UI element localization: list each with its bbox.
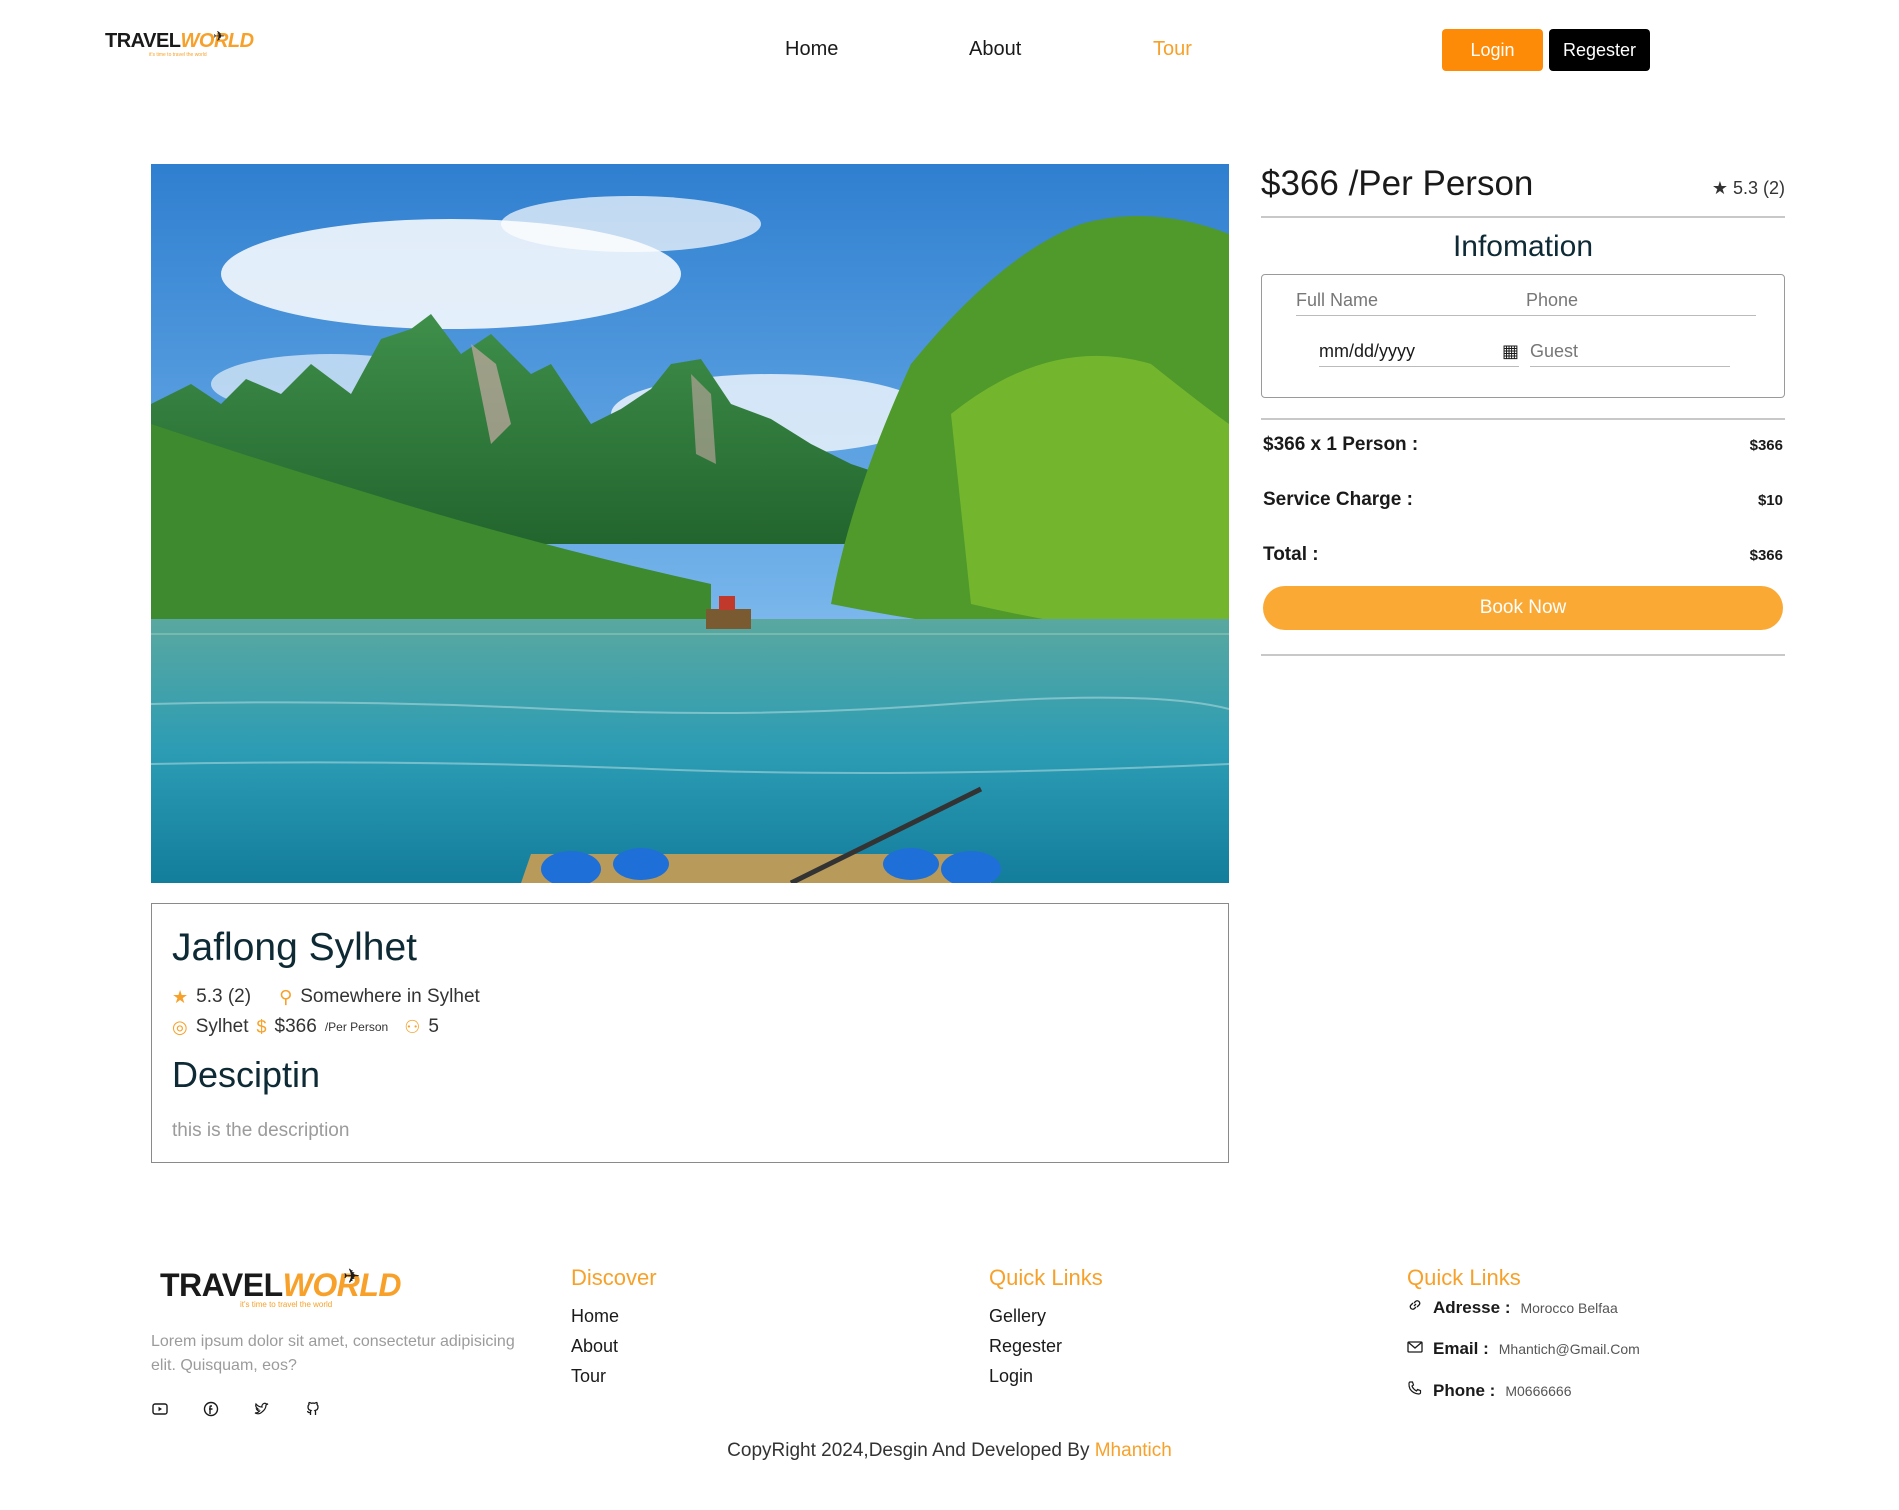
- contact-email: Email : Mhantich@Gmail.Com: [1407, 1339, 1640, 1359]
- divider: [1261, 418, 1785, 420]
- facebook-icon[interactable]: [202, 1400, 219, 1417]
- footer-about-text: Lorem ipsum dolor sit amet, consectetur …: [151, 1333, 515, 1374]
- nav-link-about[interactable]: About: [969, 38, 1021, 61]
- nav-link-home[interactable]: Home: [785, 38, 838, 61]
- login-button[interactable]: Login: [1442, 29, 1543, 71]
- youtube-icon[interactable]: [151, 1400, 168, 1417]
- tour-city: Sylhet: [195, 1016, 249, 1037]
- information-title: Infomation: [1452, 230, 1594, 263]
- footer-link-tour[interactable]: Tour: [571, 1361, 657, 1391]
- airplane-icon: ✈: [343, 1266, 360, 1288]
- phone-icon: [1407, 1380, 1423, 1401]
- tour-address: Somewhere in Sylhet: [300, 986, 480, 1007]
- book-now-button[interactable]: Book Now: [1263, 586, 1783, 630]
- footer-contact-column: Quick Links Adresse : Morocco Belfaa Ema…: [1407, 1265, 1640, 1422]
- contact-address: Adresse : Morocco Belfaa: [1407, 1297, 1640, 1318]
- footer-logo[interactable]: TRAVELWORLD it's time to travel the worl…: [160, 1266, 401, 1328]
- total-label: Total :: [1263, 544, 1319, 565]
- email-value: Mhantich@Gmail.Com: [1498, 1341, 1640, 1357]
- booking-rating: ★ 5.3 (2): [1712, 178, 1785, 199]
- footer-link-login[interactable]: Login: [989, 1361, 1103, 1391]
- money-icon: $: [256, 1017, 267, 1037]
- phone-value: M0666666: [1505, 1382, 1572, 1399]
- tour-meta-row-2: ◎ Sylhet $ $366 /Per Person ⚇ 5: [172, 1016, 439, 1038]
- nav-link-tour[interactable]: Tour: [1153, 38, 1192, 61]
- service-charge-value: $10: [1757, 492, 1783, 509]
- address-value: Morocco Belfaa: [1520, 1299, 1618, 1316]
- price-line-value: $366: [1749, 437, 1783, 454]
- group-icon: ⚇: [404, 1017, 421, 1037]
- tour-price: $366: [274, 1016, 317, 1037]
- copyright-text: CopyRight 2024,Desgin And Developed By: [727, 1440, 1090, 1461]
- email-label: Email :: [1433, 1339, 1489, 1358]
- description-text: this is the description: [172, 1120, 350, 1141]
- divider: [1261, 216, 1785, 218]
- pin-icon: ⚲: [279, 987, 293, 1007]
- total-value: $366: [1749, 547, 1783, 564]
- contact-title: Quick Links: [1407, 1265, 1521, 1290]
- discover-title: Discover: [571, 1265, 657, 1290]
- location-icon: ◎: [172, 1017, 188, 1037]
- star-icon: ★: [172, 987, 189, 1007]
- full-name-field[interactable]: Full Name: [1296, 290, 1526, 316]
- tour-title: Jaflong Sylhet: [172, 926, 417, 969]
- footer-link-about[interactable]: About: [571, 1331, 657, 1361]
- tour-image: [151, 164, 1229, 883]
- copyright-author-link[interactable]: Mhantich: [1095, 1440, 1172, 1461]
- footer-discover-column: Discover Home About Tour: [571, 1265, 657, 1391]
- star-icon: ★: [1711, 178, 1728, 198]
- footer-quick-links-column: Quick Links Gellery Regester Login: [989, 1265, 1103, 1391]
- footer-link-home[interactable]: Home: [571, 1301, 657, 1331]
- tour-price-unit: /Per Person: [324, 1020, 389, 1034]
- address-label: Adresse :: [1433, 1297, 1511, 1317]
- booking-rating-value: 5.3 (2): [1732, 178, 1785, 198]
- quick-links-title: Quick Links: [989, 1265, 1103, 1290]
- date-field[interactable]: mm/dd/yyyy ▦: [1319, 341, 1519, 367]
- tour-rating: 5.3 (2): [196, 986, 252, 1007]
- price-line-label: $366 x 1 Person :: [1263, 434, 1419, 455]
- register-button[interactable]: Regester: [1549, 29, 1650, 71]
- footer-link-gallery[interactable]: Gellery: [989, 1301, 1103, 1331]
- phone-label: Phone :: [1433, 1380, 1496, 1400]
- service-charge-label: Service Charge :: [1263, 489, 1413, 510]
- price-line: $366 x 1 Person : $366: [1263, 434, 1783, 456]
- tour-meta-row-1: ★ 5.3 (2) ⚲ Somewhere in Sylhet: [172, 986, 480, 1008]
- service-charge-line: Service Charge : $10: [1263, 489, 1783, 511]
- booking-price-heading: $366 /Per Person: [1261, 164, 1534, 203]
- mail-icon: [1407, 1340, 1423, 1359]
- twitter-icon[interactable]: [253, 1400, 270, 1417]
- tour-photo-illustration: [151, 164, 1229, 883]
- link-icon: [1407, 1297, 1423, 1318]
- phone-field[interactable]: Phone: [1526, 290, 1756, 316]
- tour-details-card: Jaflong Sylhet ★ 5.3 (2) ⚲ Somewhere in …: [151, 903, 1229, 1163]
- description-heading: Desciptin: [172, 1054, 321, 1095]
- contact-phone: Phone : M0666666: [1407, 1380, 1640, 1401]
- header: TRAVELWORLD it's time to travel the worl…: [0, 0, 1899, 100]
- booking-form: Full Name Phone mm/dd/yyyy ▦ Guest: [1261, 274, 1785, 398]
- footer-link-register[interactable]: Regester: [989, 1331, 1103, 1361]
- calendar-icon[interactable]: ▦: [1502, 341, 1519, 362]
- copyright: CopyRight 2024,Desgin And Developed By M…: [0, 1440, 1899, 1462]
- divider: [1261, 654, 1785, 656]
- github-icon[interactable]: [304, 1400, 321, 1417]
- total-line: Total : $366: [1263, 544, 1783, 566]
- logo-primary-text: TRAVEL: [160, 1267, 283, 1303]
- date-field-placeholder: mm/dd/yyyy: [1319, 341, 1416, 361]
- tour-max-group: 5: [428, 1016, 439, 1037]
- social-links: [151, 1400, 321, 1417]
- logo-secondary-text: WORLD: [282, 1267, 402, 1303]
- guest-field[interactable]: Guest: [1530, 341, 1730, 367]
